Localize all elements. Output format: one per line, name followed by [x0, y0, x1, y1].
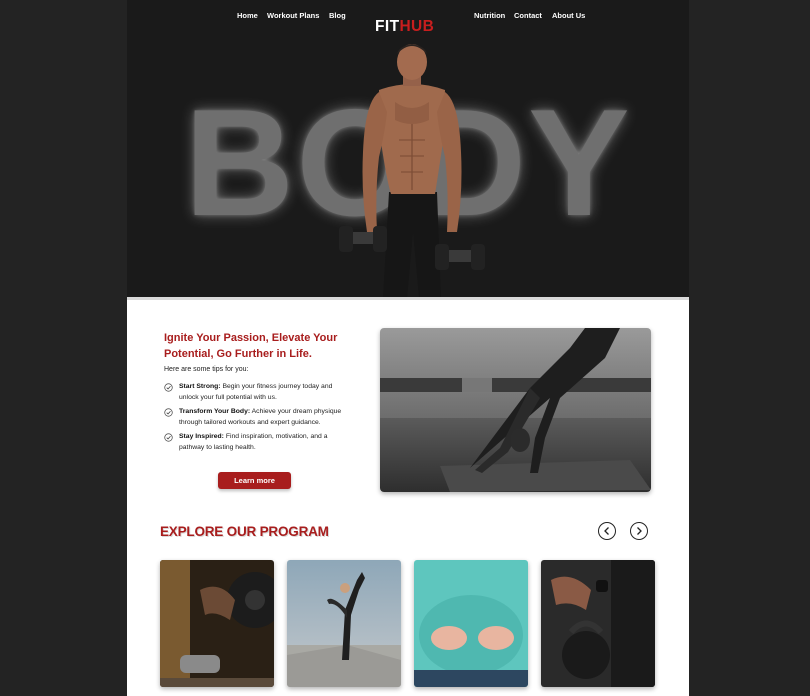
list-item: Stay Inspired: Find inspiration, motivat… [164, 432, 349, 453]
athlete-image [339, 44, 485, 297]
section-headline: Ignite Your Passion, Elevate Your Potent… [164, 332, 338, 360]
tips-lead: Here are some tips for you: [164, 366, 249, 373]
chevron-left-icon [604, 527, 609, 535]
tips-list: Start Strong: Begin your fitness journey… [164, 382, 349, 458]
logo-hub: HUB [399, 18, 435, 35]
nav-about-us[interactable]: About Us [552, 11, 585, 21]
yoga-photo [380, 328, 651, 492]
check-circle-icon [164, 383, 173, 392]
tip-title: Stay Inspired: [179, 433, 224, 441]
nav-blog[interactable]: Blog [329, 11, 346, 21]
nav-nutrition[interactable]: Nutrition [474, 11, 505, 21]
list-item: Transform Your Body: Achieve your dream … [164, 407, 349, 428]
check-circle-icon [164, 433, 173, 443]
check-circle-icon [164, 408, 173, 417]
landing-page: Home Workout Plans Blog FITHUB Nutrition… [127, 0, 689, 696]
hero-section: Home Workout Plans Blog FITHUB Nutrition… [127, 0, 689, 300]
logo-fit: FIT [375, 18, 400, 35]
tip-title: Start Strong: [179, 383, 221, 390]
program-title: EXPLORE OUR PROGRAM [160, 524, 329, 539]
program-card-yoga[interactable] [287, 560, 401, 687]
carousel-prev-button[interactable] [598, 522, 616, 540]
learn-more-button[interactable]: Learn more [218, 472, 291, 489]
tip-title: Transform Your Body: [179, 408, 251, 416]
top-nav: Home Workout Plans Blog FITHUB Nutrition… [127, 11, 689, 35]
nav-home[interactable]: Home [237, 11, 258, 21]
nav-contact[interactable]: Contact [514, 11, 542, 21]
nav-workout-plans[interactable]: Workout Plans [267, 11, 319, 21]
logo[interactable]: FITHUB [375, 17, 434, 37]
program-card-weight-loss[interactable] [414, 560, 528, 687]
carousel-next-button[interactable] [630, 522, 648, 540]
chevron-right-icon [637, 527, 642, 535]
list-item: Start Strong: Begin your fitness journey… [164, 382, 349, 403]
program-card-kettlebell[interactable] [541, 560, 655, 687]
program-card-weights[interactable] [160, 560, 274, 687]
